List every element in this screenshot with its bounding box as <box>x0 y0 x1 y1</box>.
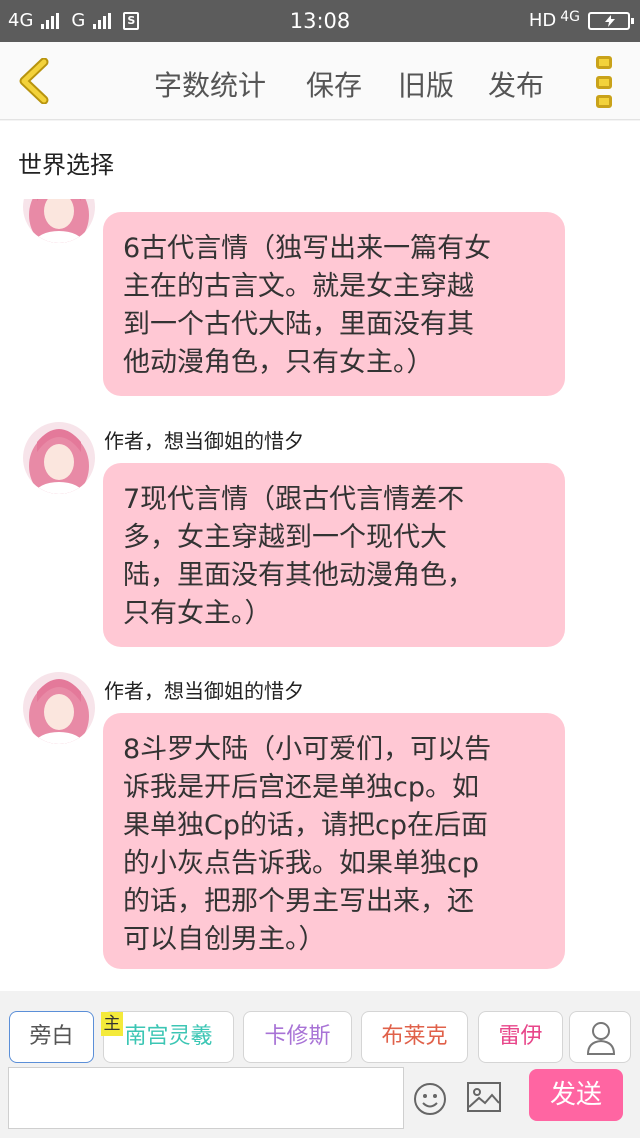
send-button[interactable]: 发送 <box>529 1069 623 1121</box>
message-line: 主在的古言文。就是女主穿越 <box>123 271 474 302</box>
message-input[interactable] <box>8 1067 404 1129</box>
top-nav: 字数统计 保存 旧版 发布 <box>0 42 640 120</box>
hd-label: HD <box>528 10 557 31</box>
author-name: 作者，想当御姐的惜夕 <box>104 679 304 703</box>
message-line: 到一个古代大陆，里面没有其 <box>123 309 474 340</box>
network-label-3: 4G <box>560 8 580 25</box>
world-select-label: 世界选择 <box>18 151 114 179</box>
message-line: 诉我是开后宫还是单独cp。如 <box>123 772 479 803</box>
world-select[interactable]: 世界选择 <box>0 121 640 199</box>
message-line: 只有女主。） <box>123 598 272 629</box>
message-line: 6古代言情（独写出来一篇有女 <box>123 233 492 264</box>
word-count-button[interactable]: 字数统计 <box>154 64 266 104</box>
status-right: HD 4G <box>528 8 634 31</box>
message-line: 可以自创男主。） <box>123 924 326 955</box>
image-icon[interactable] <box>467 1082 501 1112</box>
avatar[interactable] <box>23 672 95 744</box>
message-line: 多，女主穿越到一个现代大 <box>123 522 447 553</box>
user-icon[interactable] <box>569 1011 631 1063</box>
message-line: 陆，里面没有其他动漫角色， <box>123 560 474 591</box>
main-role-tag: 主 <box>101 1012 123 1036</box>
publish-button[interactable]: 发布 <box>488 64 544 104</box>
message-bubble: 6古代言情（独写出来一篇有女 主在的古言文。就是女主穿越 到一个古代大陆，里面没… <box>103 212 565 396</box>
save-button[interactable]: 保存 <box>306 64 362 104</box>
role-button[interactable]: 布莱克 <box>361 1011 468 1063</box>
chat-area[interactable]: 6古代言情（独写出来一篇有女 主在的古言文。就是女主穿越 到一个古代大陆，里面没… <box>0 199 640 991</box>
message-line: 果单独Cp的话，请把cp在后面 <box>123 810 488 841</box>
role-button[interactable]: 雷伊 <box>478 1011 563 1063</box>
avatar[interactable] <box>23 422 95 494</box>
message-bubble: 7现代言情（跟古代言情差不 多，女主穿越到一个现代大 陆，里面没有其他动漫角色，… <box>103 463 565 647</box>
message-line: 8斗罗大陆（小可爱们，可以告 <box>123 734 492 765</box>
role-narrator-button[interactable]: 旁白 <box>9 1011 94 1063</box>
author-name: 作者，想当御姐的惜夕 <box>104 429 304 453</box>
message-line: 他动漫角色，只有女主。） <box>123 347 434 378</box>
message-line: 的话，把那个男主写出来，还 <box>123 886 474 917</box>
emoji-icon[interactable] <box>413 1082 447 1116</box>
old-version-button[interactable]: 旧版 <box>398 64 454 104</box>
back-arrow-icon[interactable] <box>14 57 54 105</box>
message-line: 7现代言情（跟古代言情差不 <box>123 484 465 515</box>
avatar[interactable] <box>23 199 95 243</box>
more-menu-icon[interactable] <box>596 56 612 108</box>
message-line: 的小灰点告诉我。如果单独cp <box>123 848 479 879</box>
composer: 旁白 南宫灵羲 主 卡修斯 布莱克 雷伊 发送 <box>0 991 640 1138</box>
role-button[interactable]: 卡修斯 <box>243 1011 352 1063</box>
battery-icon <box>588 11 634 30</box>
message-bubble: 8斗罗大陆（小可爱们，可以告 诉我是开后宫还是单独cp。如 果单独Cp的话，请把… <box>103 713 565 969</box>
status-bar: 4G G S 13:08 HD 4G <box>0 0 640 42</box>
